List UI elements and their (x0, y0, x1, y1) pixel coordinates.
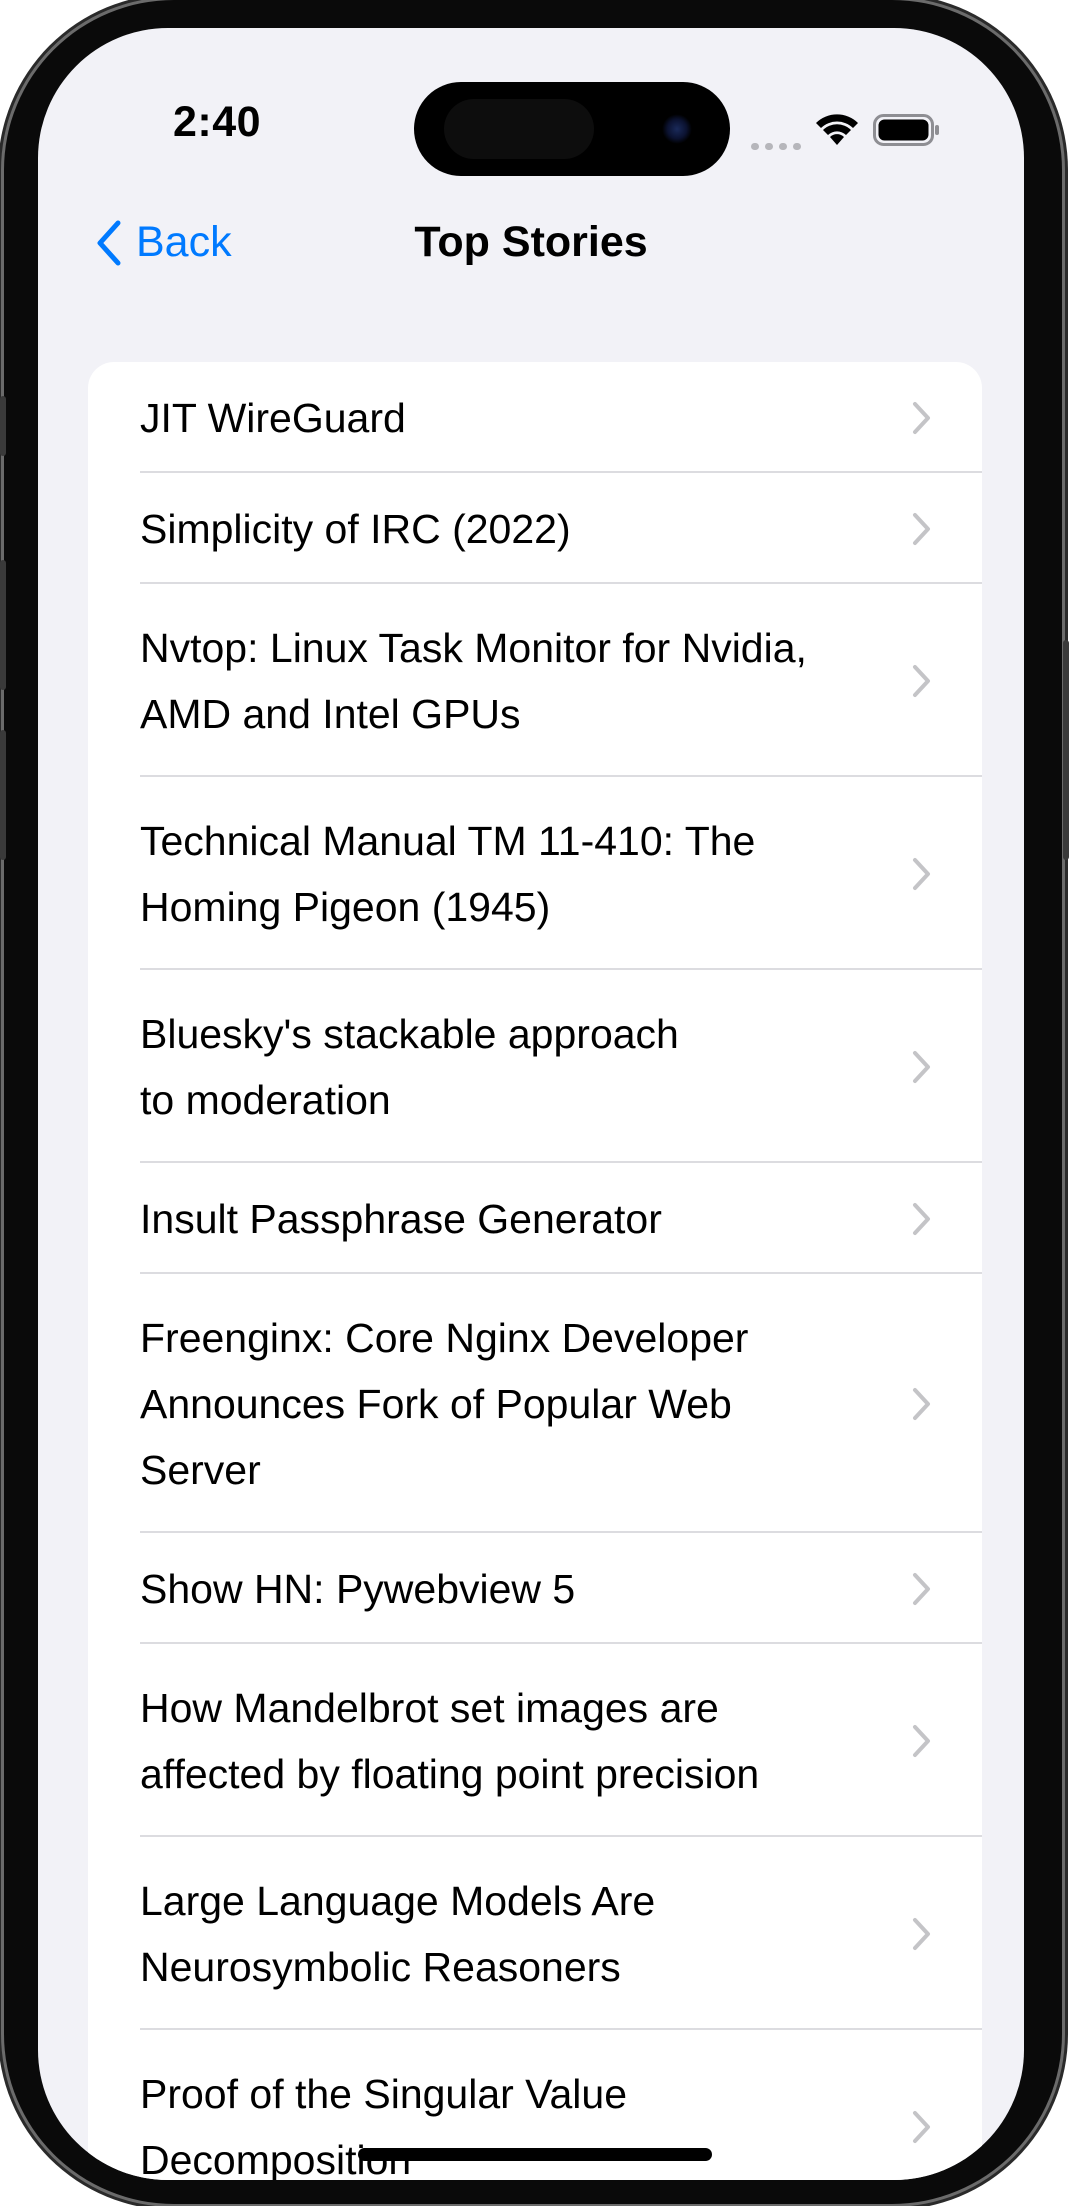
back-button-label: Back (136, 218, 232, 266)
story-title: Nvtop: Linux Task Monitor for Nvidia, AM… (140, 624, 807, 737)
list-item[interactable]: Nvtop: Linux Task Monitor for Nvidia, AM… (88, 584, 982, 777)
story-title: Bluesky's stackable approach to moderati… (140, 1010, 679, 1123)
list-item[interactable]: Bluesky's stackable approach to moderati… (88, 970, 982, 1163)
list-item[interactable]: Show HN: Pywebview 5 (88, 1533, 982, 1644)
chevron-right-icon (913, 2110, 930, 2143)
chevron-right-icon (913, 664, 930, 697)
list-item[interactable]: Simplicity of IRC (2022) (88, 473, 982, 584)
stories-list: JIT WireGuard Simplicity of IRC (2022) N… (88, 362, 982, 2180)
story-title: Proof of the Singular Value Decompositio… (140, 2070, 627, 2181)
screenshot-stage: 2:40 Back Top Stories JIT WireGuard Simp… (0, 0, 1069, 2206)
story-title: Simplicity of IRC (2022) (140, 505, 571, 552)
list-item[interactable]: JIT WireGuard (88, 362, 982, 473)
page-title: Top Stories (414, 218, 648, 266)
story-title: Show HN: Pywebview 5 (140, 1565, 576, 1612)
story-title: Insult Passphrase Generator (140, 1195, 662, 1242)
volume-up-button (0, 560, 6, 690)
home-indicator[interactable] (358, 2148, 712, 2161)
story-title: Technical Manual TM 11-410: The Homing P… (140, 817, 756, 930)
story-title: How Mandelbrot set images are affected b… (140, 1684, 760, 1797)
power-button (1063, 640, 1069, 860)
chevron-right-icon (913, 1387, 930, 1420)
dynamic-island (414, 82, 730, 176)
list-item[interactable]: Freenginx: Core Nginx Developer Announce… (88, 1274, 982, 1533)
phone-screen: 2:40 Back Top Stories JIT WireGuard Simp… (38, 28, 1024, 2180)
list-item[interactable]: Technical Manual TM 11-410: The Homing P… (88, 777, 982, 970)
chevron-right-icon (913, 401, 930, 434)
story-title: Freenginx: Core Nginx Developer Announce… (140, 1314, 749, 1493)
list-item[interactable]: How Mandelbrot set images are affected b… (88, 1644, 982, 1837)
chevron-right-icon (913, 1724, 930, 1757)
action-button (0, 396, 6, 456)
volume-down-button (0, 730, 6, 860)
chevron-right-icon (913, 1050, 930, 1083)
story-title: JIT WireGuard (140, 394, 406, 441)
status-icons (751, 110, 941, 150)
status-time: 2:40 (173, 98, 262, 146)
list-item[interactable]: Large Language Models Are Neurosymbolic … (88, 1837, 982, 2030)
battery-icon (873, 114, 939, 146)
list-item[interactable]: Insult Passphrase Generator (88, 1163, 982, 1274)
chevron-right-icon (913, 1917, 930, 1950)
island-sensor (444, 99, 594, 159)
chevron-right-icon (913, 1202, 930, 1235)
chevron-left-icon (97, 220, 121, 265)
wifi-icon (816, 114, 858, 145)
cellular-signal-icon (751, 120, 801, 150)
front-camera-icon (662, 114, 692, 144)
chevron-right-icon (913, 1572, 930, 1605)
story-title: Large Language Models Are Neurosymbolic … (140, 1877, 656, 1990)
chevron-right-icon (913, 857, 930, 890)
back-button[interactable]: Back (96, 218, 232, 267)
chevron-right-icon (913, 512, 930, 545)
